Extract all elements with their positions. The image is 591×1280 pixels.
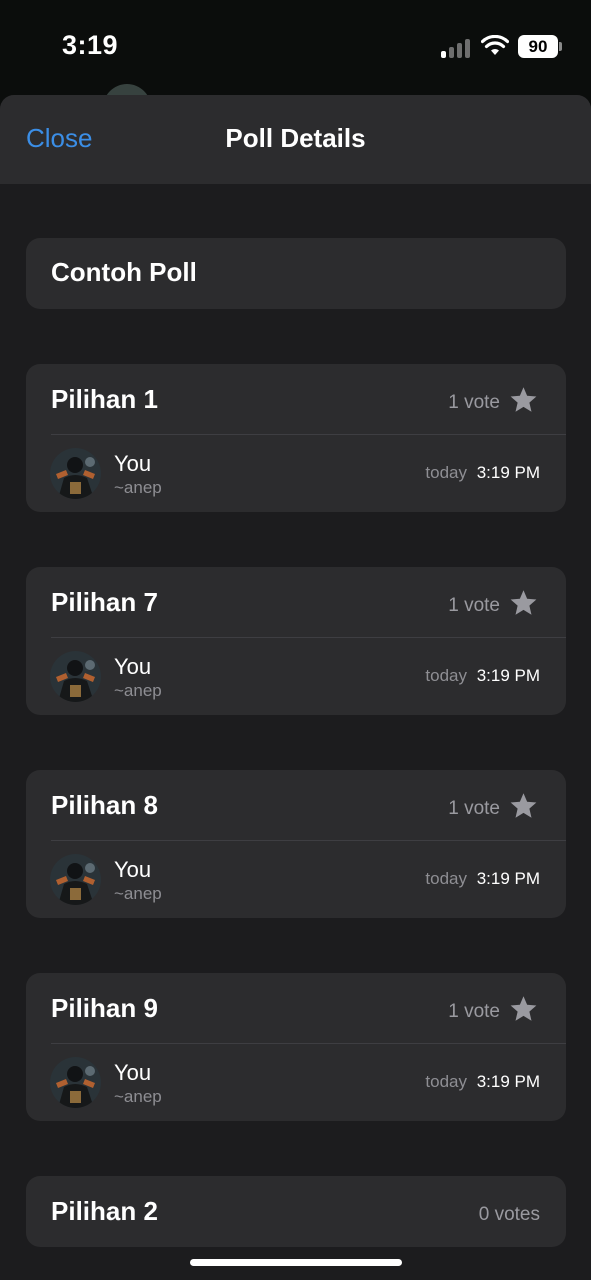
voter-handle: ~anep [114,1087,162,1106]
vote-day: today [425,1072,467,1091]
avatar [50,448,101,499]
poll-option-card: Pilihan 8 1 vote You ~anep today 3:19 PM [26,770,566,918]
star-icon [510,387,537,412]
star-icon [510,793,537,818]
wifi-icon [481,35,509,55]
poll-details-sheet: Close Poll Details Contoh Poll Pilihan 1… [0,95,591,1280]
poll-question-card: Contoh Poll [26,238,566,309]
star-icon [510,590,537,615]
option-vote-count: 1 vote [448,798,500,819]
voter-handle: ~anep [114,478,162,497]
poll-option-card: Pilihan 9 1 vote You ~anep today 3:19 PM [26,973,566,1121]
voter-row[interactable]: You ~anep today 3:19 PM [26,638,566,715]
voter-name: You [114,1060,152,1085]
cellular-signal-icon [441,38,473,58]
poll-option-card: Pilihan 2 0 votes [26,1176,566,1247]
poll-option-card: Pilihan 7 1 vote You ~anep today 3:19 PM [26,567,566,715]
vote-day: today [425,869,467,888]
option-header: Pilihan 8 1 vote [26,770,566,840]
voter-name: You [114,654,152,679]
vote-day: today [425,666,467,685]
voter-row[interactable]: You ~anep today 3:19 PM [26,1044,566,1121]
option-vote-count: 1 vote [448,1001,500,1022]
option-header: Pilihan 9 1 vote [26,973,566,1043]
star-icon [510,996,537,1021]
option-label: Pilihan 1 [51,384,158,414]
option-header: Pilihan 7 1 vote [26,567,566,637]
voter-name: You [114,857,152,882]
battery-level: 90 [528,37,548,56]
vote-time: 3:19 PM [476,869,540,888]
vote-time: 3:19 PM [476,1072,540,1091]
avatar [50,651,101,702]
home-indicator[interactable] [190,1259,402,1266]
option-header: Pilihan 2 0 votes [26,1176,566,1246]
voter-name: You [114,451,152,476]
poll-question: Contoh Poll [51,257,197,287]
option-header: Pilihan 1 1 vote [26,364,566,434]
voter-handle: ~anep [114,884,162,903]
option-label: Pilihan 2 [51,1196,158,1226]
voter-row[interactable]: You ~anep today 3:19 PM [26,435,566,512]
avatar [50,1057,101,1108]
status-bar: 3:19 90 [0,0,591,95]
option-vote-count: 1 vote [448,595,500,616]
avatar [50,854,101,905]
vote-day: today [425,463,467,482]
voter-handle: ~anep [114,681,162,700]
option-label: Pilihan 8 [51,790,158,820]
sheet-header: Close Poll Details [0,95,591,184]
status-time: 3:19 [62,30,119,60]
option-vote-count: 0 votes [478,1204,540,1225]
poll-option-card: Pilihan 1 1 vote You ~anep today 3:19 PM [26,364,566,512]
voter-row[interactable]: You ~anep today 3:19 PM [26,841,566,918]
screen: 3:19 90 Close Poll Details Contoh Poll P… [0,0,591,1280]
battery-icon: 90 [518,35,558,58]
page-title: Poll Details [225,123,366,153]
option-label: Pilihan 9 [51,993,158,1023]
battery-cap [559,42,562,51]
option-vote-count: 1 vote [448,392,500,413]
vote-time: 3:19 PM [476,463,540,482]
vote-time: 3:19 PM [476,666,540,685]
option-label: Pilihan 7 [51,587,158,617]
